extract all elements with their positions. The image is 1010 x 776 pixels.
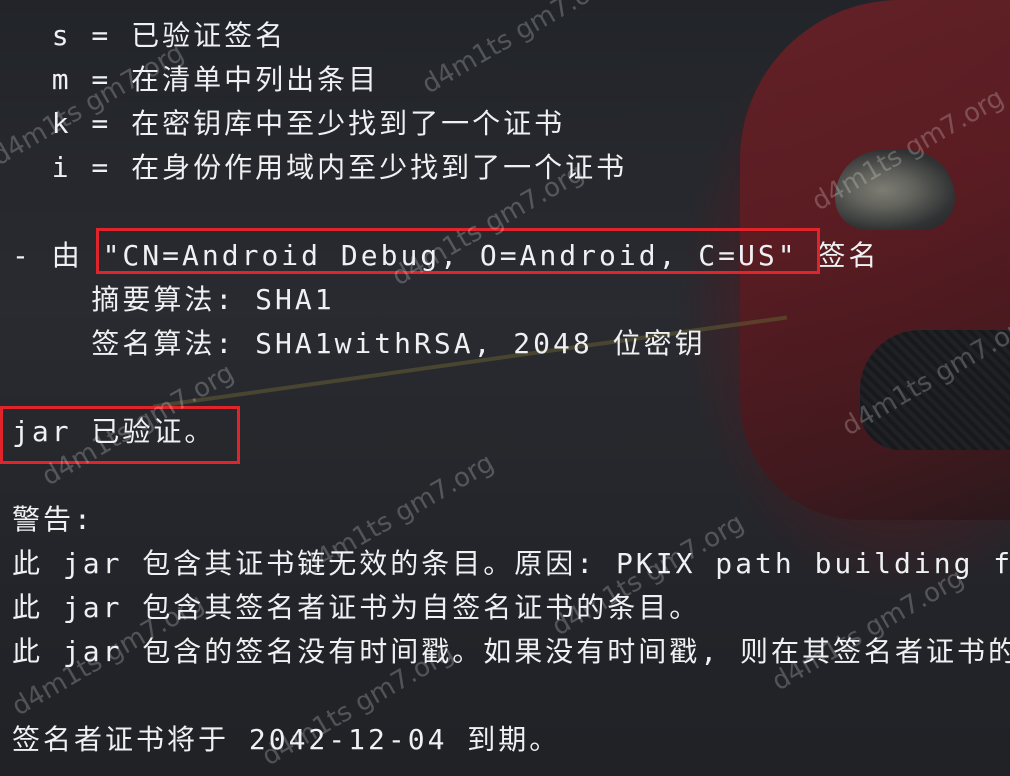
warning-line-1: 此 jar 包含其证书链无效的条目。原因: PKIX path building…	[12, 547, 1010, 580]
signer-suffix: 签名	[797, 239, 880, 272]
digest-algorithm-line: 摘要算法: SHA1	[12, 283, 335, 316]
terminal-output: s = 已验证签名 m = 在清单中列出条目 k = 在密钥库中至少找到了一个证…	[0, 0, 1010, 776]
terminal-window[interactable]: s = 已验证签名 m = 在清单中列出条目 k = 在密钥库中至少找到了一个证…	[0, 0, 1010, 776]
legend-line-s: s = 已验证签名	[12, 19, 287, 52]
warning-title: 警告:	[12, 503, 94, 536]
legend-line-m: m = 在清单中列出条目	[12, 63, 380, 96]
signer-prefix: - 由	[12, 239, 103, 272]
signature-algorithm-line: 签名算法: SHA1withRSA, 2048 位密钥	[12, 327, 706, 360]
